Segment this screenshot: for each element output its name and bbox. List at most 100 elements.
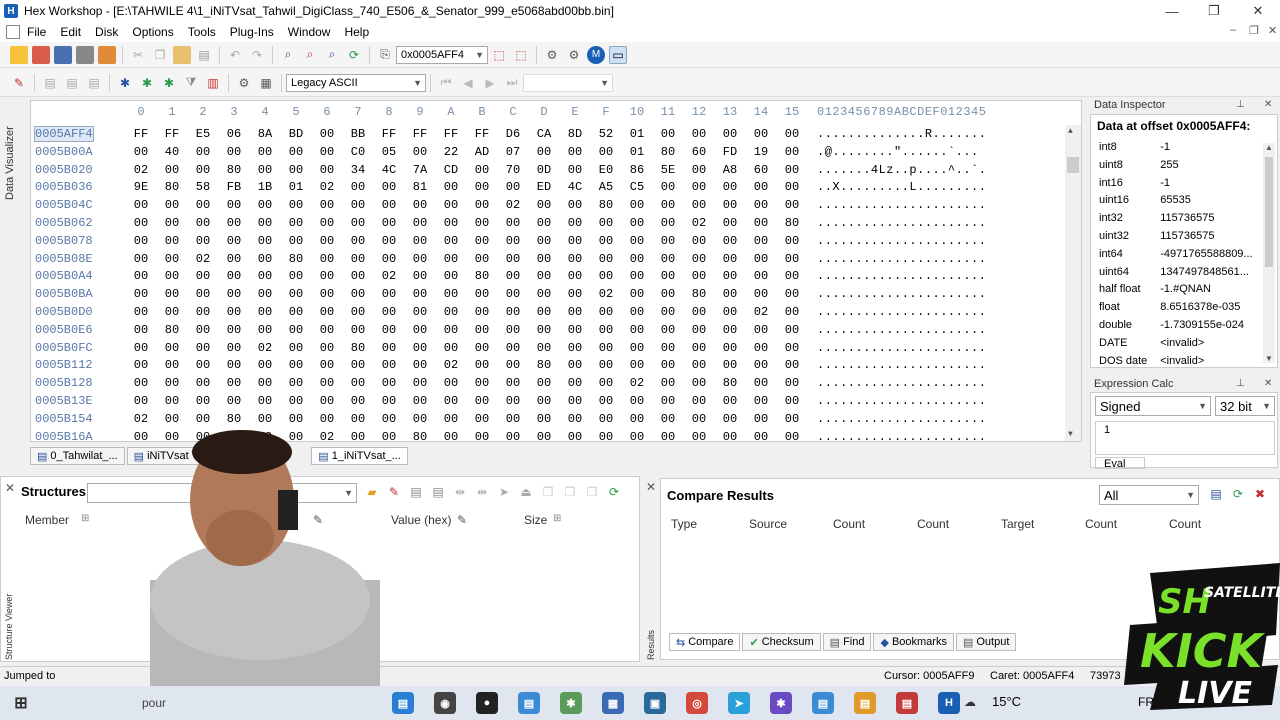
hex-byte[interactable]: 00 bbox=[687, 305, 711, 319]
hex-byte[interactable]: 00 bbox=[718, 430, 742, 441]
app-tool-icon[interactable]: ✱ bbox=[560, 692, 582, 714]
hex-byte[interactable]: 00 bbox=[749, 180, 773, 194]
hex-byte[interactable]: 00 bbox=[129, 287, 153, 301]
hex-byte[interactable]: 06 bbox=[222, 127, 246, 141]
hex-byte[interactable]: 00 bbox=[439, 305, 463, 319]
hex-byte[interactable]: 00 bbox=[315, 341, 339, 355]
copy-icon[interactable]: ❐ bbox=[151, 46, 169, 64]
hex-byte[interactable]: 01 bbox=[625, 145, 649, 159]
hex-byte[interactable]: 00 bbox=[315, 145, 339, 159]
task-view-icon[interactable]: ▤ bbox=[392, 692, 414, 714]
hex-byte[interactable]: 0D bbox=[532, 163, 556, 177]
hex-byte[interactable]: 00 bbox=[439, 376, 463, 390]
hex-byte[interactable]: 00 bbox=[594, 376, 618, 390]
hex-byte[interactable]: 00 bbox=[563, 394, 587, 408]
generate-icon[interactable]: ▤ bbox=[85, 74, 103, 92]
hex-byte[interactable]: 05 bbox=[377, 145, 401, 159]
hex-byte[interactable]: 00 bbox=[284, 394, 308, 408]
hex-byte[interactable]: 00 bbox=[284, 341, 308, 355]
hex-byte[interactable]: 00 bbox=[284, 305, 308, 319]
hex-byte[interactable]: 02 bbox=[315, 180, 339, 194]
hex-byte[interactable]: FF bbox=[408, 127, 432, 141]
hex-byte[interactable]: 80 bbox=[222, 412, 246, 426]
hex-byte[interactable]: 70 bbox=[501, 163, 525, 177]
hex-byte[interactable]: 00 bbox=[346, 358, 370, 372]
hex-byte[interactable]: 00 bbox=[594, 323, 618, 337]
hex-byte[interactable]: 00 bbox=[625, 269, 649, 283]
hex-byte[interactable]: 00 bbox=[501, 234, 525, 248]
signed-combo[interactable]: Signed ▼ bbox=[1095, 396, 1211, 416]
hex-byte[interactable]: 81 bbox=[408, 180, 432, 194]
hex-byte[interactable]: 00 bbox=[687, 127, 711, 141]
hex-byte[interactable]: 00 bbox=[408, 216, 432, 230]
hex-byte[interactable]: FF bbox=[439, 127, 463, 141]
hex-byte[interactable]: 00 bbox=[749, 252, 773, 266]
hex-byte[interactable]: 00 bbox=[594, 412, 618, 426]
hex-byte[interactable]: 00 bbox=[718, 198, 742, 212]
hex-byte[interactable]: 00 bbox=[191, 145, 215, 159]
hex-byte[interactable]: 00 bbox=[687, 412, 711, 426]
hex-byte[interactable]: 00 bbox=[656, 394, 680, 408]
inspector-scrollbar[interactable]: ▲ ▼ bbox=[1263, 143, 1275, 363]
hex-byte[interactable]: 00 bbox=[563, 323, 587, 337]
save-icon[interactable] bbox=[54, 45, 72, 64]
hex-byte[interactable]: 02 bbox=[501, 198, 525, 212]
hex-byte[interactable]: 00 bbox=[191, 376, 215, 390]
hex-byte[interactable]: 22 bbox=[439, 145, 463, 159]
hex-byte[interactable]: 00 bbox=[470, 234, 494, 248]
hex-byte[interactable]: 00 bbox=[656, 127, 680, 141]
hex-byte[interactable]: 00 bbox=[780, 234, 804, 248]
hex-byte[interactable]: 19 bbox=[749, 145, 773, 159]
hex-byte[interactable]: 00 bbox=[501, 180, 525, 194]
hex-byte[interactable]: 00 bbox=[656, 234, 680, 248]
menu-help[interactable]: Help bbox=[337, 25, 376, 39]
hex-byte[interactable]: 00 bbox=[594, 145, 618, 159]
hex-byte[interactable]: 02 bbox=[625, 376, 649, 390]
panel-close-icon[interactable]: ✕ bbox=[1264, 99, 1272, 110]
hex-byte[interactable]: 00 bbox=[656, 323, 680, 337]
hex-byte[interactable]: 00 bbox=[656, 305, 680, 319]
hex-byte[interactable]: 00 bbox=[532, 430, 556, 441]
hex-byte[interactable]: 00 bbox=[501, 394, 525, 408]
hex-row[interactable]: 0005B0BA 00 00 00 00 00 00 00 00 00 00 00 00 00 00 00 02… bbox=[31, 287, 1081, 305]
weather-icon[interactable]: ☁ bbox=[964, 695, 976, 709]
hex-byte[interactable]: 80 bbox=[470, 269, 494, 283]
data-visualizer-tab[interactable]: Data Visualizer bbox=[2, 120, 18, 200]
hex-byte[interactable]: 00 bbox=[377, 287, 401, 301]
hex-byte[interactable]: 86 bbox=[625, 163, 649, 177]
inspector-row[interactable]: double -1.7309155e-024 bbox=[1099, 319, 1259, 337]
open-disk-icon[interactable] bbox=[32, 45, 50, 64]
hex-byte[interactable]: 00 bbox=[222, 145, 246, 159]
hex-workshop-task-icon[interactable]: H bbox=[938, 692, 960, 714]
compare-collapse-icon[interactable]: ✕ bbox=[646, 480, 656, 494]
hex-byte[interactable]: 00 bbox=[253, 358, 277, 372]
hex-byte[interactable]: 00 bbox=[780, 305, 804, 319]
hex-byte[interactable]: 00 bbox=[656, 269, 680, 283]
inspector-row[interactable]: DOS date <invalid> bbox=[1099, 355, 1259, 373]
hex-byte[interactable]: 00 bbox=[656, 198, 680, 212]
count-column-header[interactable]: Count bbox=[833, 517, 865, 531]
menu-plugins[interactable]: Plug-Ins bbox=[223, 25, 281, 39]
hex-byte[interactable]: 80 bbox=[346, 341, 370, 355]
hex-byte[interactable]: 00 bbox=[470, 305, 494, 319]
new-file-icon[interactable] bbox=[10, 45, 28, 64]
hex-byte[interactable]: 00 bbox=[718, 358, 742, 372]
hex-byte[interactable]: 00 bbox=[129, 198, 153, 212]
cut-icon[interactable]: ✂ bbox=[129, 46, 147, 64]
hex-byte[interactable]: 00 bbox=[563, 412, 587, 426]
hex-byte[interactable]: 00 bbox=[284, 358, 308, 372]
hex-row[interactable]: 0005B0D0 00 00 00 00 00 00 00 00 00 00 00 00 00 00 00 00… bbox=[31, 305, 1081, 323]
hex-byte[interactable]: CD bbox=[439, 163, 463, 177]
hex-byte[interactable]: 00 bbox=[594, 358, 618, 372]
compare-close-icon[interactable]: ✖ bbox=[1251, 485, 1269, 503]
hex-byte[interactable]: 00 bbox=[625, 216, 649, 230]
hex-byte[interactable]: BD bbox=[284, 127, 308, 141]
hex-ascii[interactable]: ...................... bbox=[817, 412, 986, 426]
hex-byte[interactable]: 00 bbox=[532, 198, 556, 212]
hex-byte[interactable]: 4C bbox=[377, 163, 401, 177]
search-box[interactable]: pour bbox=[42, 689, 382, 717]
size-column-header[interactable]: Size bbox=[524, 513, 547, 527]
hex-byte[interactable]: 00 bbox=[749, 323, 773, 337]
structure-viewer-tab[interactable]: Structure Viewer bbox=[2, 580, 16, 660]
hex-byte[interactable]: 00 bbox=[129, 216, 153, 230]
